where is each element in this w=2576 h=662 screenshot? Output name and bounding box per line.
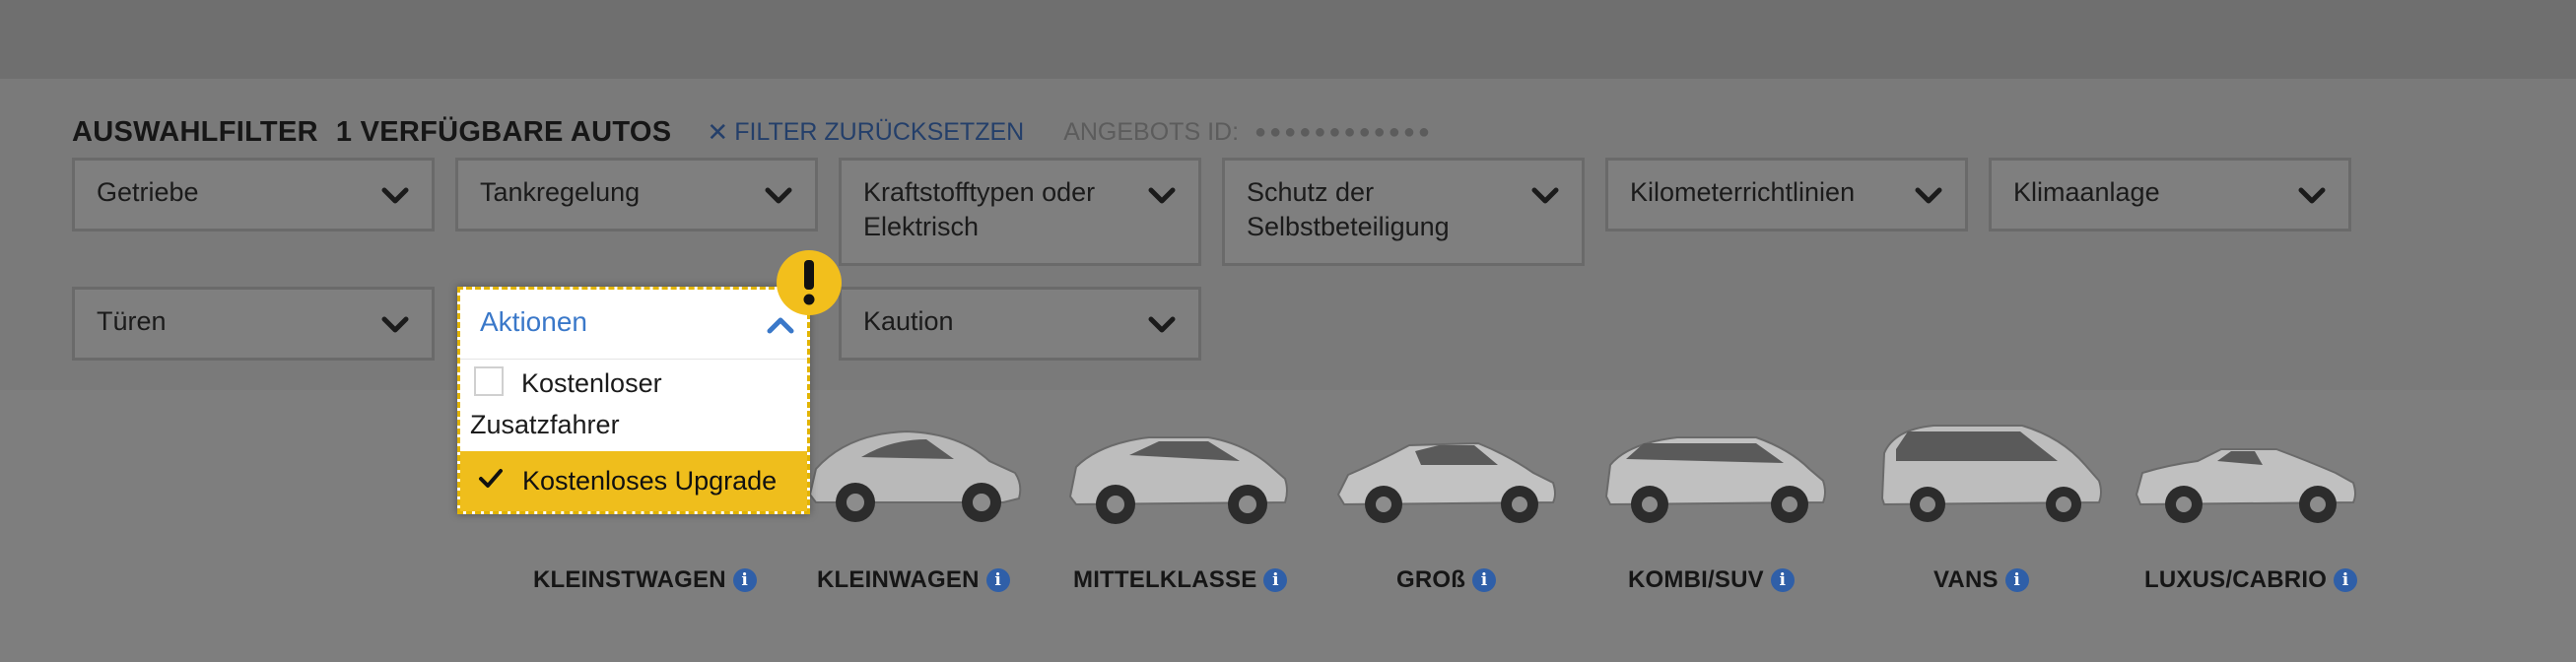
- info-icon[interactable]: i: [1263, 568, 1288, 592]
- dropdown-label: Schutz der Selbstbeteiligung: [1247, 177, 1450, 241]
- category-label: KOMBI/SUV: [1628, 566, 1764, 593]
- offer-id-value: ●●●●●●●●●●●●: [1254, 120, 1433, 143]
- exclamation-icon: [803, 260, 815, 305]
- car-image-mittelklasse: [1068, 436, 1288, 524]
- category-label: VANS: [1933, 566, 1999, 593]
- dropdown-kaution[interactable]: Kaution: [839, 287, 1201, 361]
- dropdown-kraftstofftypen[interactable]: Kraftstofftypen oder Elektrisch: [839, 158, 1201, 266]
- chevron-down-icon: [1148, 316, 1176, 333]
- category-kleinstwagen[interactable]: KLEINSTWAGEN i: [533, 563, 757, 597]
- option-kostenloser-zusatzfahrer[interactable]: Kostenloser Zusatzfahrer: [460, 363, 807, 446]
- filter-heading: AUSWAHLFILTER: [72, 115, 318, 148]
- info-icon[interactable]: i: [732, 568, 757, 592]
- checkmark-icon[interactable]: [476, 464, 506, 494]
- car-image-kleinwagen: [808, 430, 1022, 522]
- dropdown-klimaanlage[interactable]: Klimaanlage: [1989, 158, 2351, 232]
- dropdown-getriebe[interactable]: Getriebe: [72, 158, 435, 232]
- chevron-up-icon: [767, 317, 794, 334]
- info-icon[interactable]: i: [2004, 568, 2029, 592]
- top-banner: [0, 0, 2576, 79]
- dropdown-selbstbeteiligung[interactable]: Schutz der Selbstbeteiligung: [1222, 158, 1585, 266]
- category-kombi-suv[interactable]: KOMBI/SUV i: [1628, 563, 1795, 597]
- reset-filters-label: FILTER ZURÜCKSETZEN: [734, 117, 1025, 146]
- car-image-cabrio: [2135, 448, 2356, 523]
- reset-filters-link[interactable]: ✕ FILTER ZURÜCKSETZEN: [707, 117, 1024, 148]
- chevron-down-icon: [1915, 187, 1942, 204]
- dropdown-label: Türen: [97, 306, 167, 336]
- category-label: KLEINSTWAGEN: [533, 566, 726, 593]
- filter-header: AUSWAHLFILTER 1 VERFÜGBARE AUTOS ✕ FILTE…: [72, 114, 1433, 150]
- dropdown-tankregelung[interactable]: Tankregelung: [455, 158, 818, 232]
- category-luxus-cabrio[interactable]: LUXUS/CABRIO i: [2144, 563, 2358, 597]
- car-image-gross: [1336, 441, 1556, 523]
- aktionen-dropdown-open: Aktionen Kostenloser Zusatzfahrer Kosten…: [457, 287, 810, 514]
- info-icon[interactable]: i: [2334, 568, 2358, 592]
- chevron-down-icon: [1148, 187, 1176, 204]
- dropdown-label: Tankregelung: [480, 177, 641, 207]
- category-kleinwagen[interactable]: KLEINWAGEN i: [817, 563, 1010, 597]
- close-icon: ✕: [707, 116, 729, 147]
- category-vans[interactable]: VANS i: [1933, 563, 2029, 597]
- category-label: MITTELKLASSE: [1073, 566, 1257, 593]
- dropdown-label: Kilometerrichtlinien: [1630, 177, 1856, 207]
- info-icon[interactable]: i: [985, 568, 1010, 592]
- dropdown-kilometerrichtlinien[interactable]: Kilometerrichtlinien: [1605, 158, 1968, 232]
- info-icon[interactable]: i: [1770, 568, 1795, 592]
- chevron-down-icon: [381, 316, 409, 333]
- category-label: KLEINWAGEN: [817, 566, 980, 593]
- chevron-down-icon: [1531, 187, 1559, 204]
- chevron-down-icon: [765, 187, 792, 204]
- category-label: LUXUS/CABRIO: [2144, 566, 2328, 593]
- dropdown-label: Kaution: [863, 306, 954, 336]
- option-kostenloses-upgrade[interactable]: Kostenloses Upgrade: [460, 451, 807, 511]
- category-mittelklasse[interactable]: MITTELKLASSE i: [1073, 563, 1288, 597]
- dropdown-label: Aktionen: [480, 306, 587, 337]
- car-image-van: [1880, 425, 2102, 522]
- option-label: Kostenloses Upgrade: [522, 466, 778, 496]
- dropdown-label: Klimaanlage: [2013, 177, 2160, 207]
- category-gross[interactable]: GROß i: [1396, 563, 1497, 597]
- car-image-kombi: [1604, 436, 1826, 523]
- offer-id-label: ANGEBOTS ID:: [1063, 117, 1240, 146]
- chevron-down-icon: [381, 187, 409, 204]
- category-label: GROß: [1396, 566, 1466, 593]
- warning-badge: [777, 250, 842, 315]
- dropdown-tueren[interactable]: Türen: [72, 287, 435, 361]
- available-cars-count: 1 VERFÜGBARE AUTOS: [335, 115, 672, 148]
- dropdown-aktionen[interactable]: Aktionen: [460, 290, 807, 360]
- dropdown-label: Kraftstofftypen oder Elektrisch: [863, 177, 1096, 241]
- dropdown-label: Getriebe: [97, 177, 199, 207]
- info-icon[interactable]: i: [1472, 568, 1497, 592]
- option-label: Kostenloser Zusatzfahrer: [470, 368, 662, 439]
- chevron-down-icon: [2298, 187, 2326, 204]
